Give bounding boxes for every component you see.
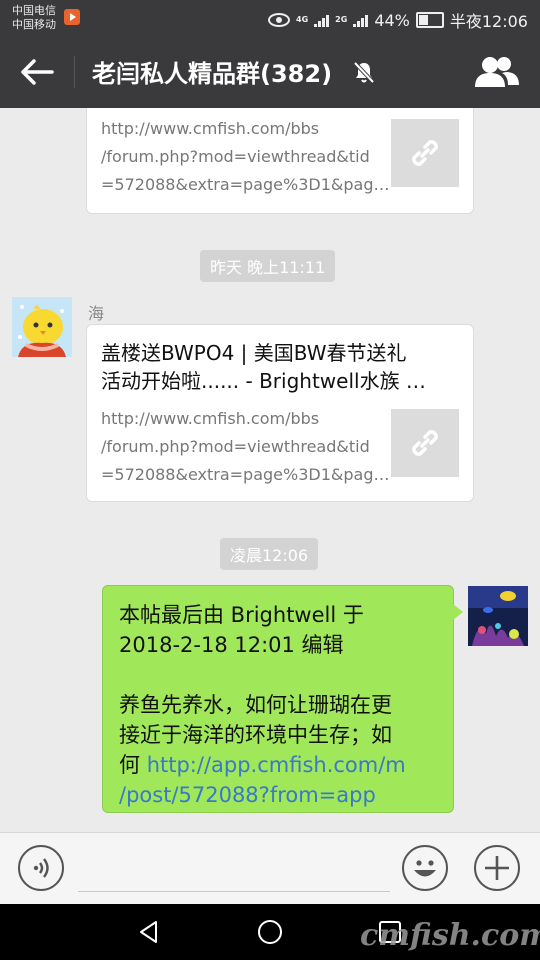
battery-percent: 44%: [374, 10, 410, 30]
system-nav-bar: cmfish.com: [0, 904, 540, 960]
reef-avatar-icon: [468, 586, 528, 646]
clock: 半夜12:06: [449, 12, 528, 31]
header-divider: [74, 56, 75, 88]
eye-comfort-icon: [268, 13, 291, 27]
status-indicators: 4G 2G 44% 半夜12:06: [268, 8, 528, 32]
home-circle-icon[interactable]: [257, 919, 283, 945]
signal-icon: [314, 13, 330, 27]
mute-bell-icon: [353, 61, 375, 84]
emoji-icon[interactable]: [402, 845, 448, 891]
link-card-title: 盖楼送BWPO4 | 美国BW春节送礼 活动开始啦...... - Bright…: [101, 341, 426, 393]
link-thumbnail: [391, 119, 459, 187]
link-card-url: http://www.cmfish.com/bbs /forum.php?mod…: [101, 409, 390, 484]
link-card[interactable]: 盖楼送BWPO4 | 美国BW春节送礼 活动开始啦...... - Bright…: [86, 324, 474, 502]
sender-name: 海: [88, 304, 105, 323]
link-card[interactable]: http://www.cmfish.com/bbs /forum.php?mod…: [86, 108, 474, 214]
message-body: 本帖最后由 Brightwell 于 2018-2-18 12:01 编辑 养鱼…: [119, 603, 392, 777]
link-icon: [412, 140, 438, 166]
chick-avatar-icon: [12, 297, 72, 357]
avatar[interactable]: [468, 586, 528, 646]
link-icon: [412, 430, 438, 456]
group-members-icon[interactable]: [474, 56, 520, 88]
chat-header: 老闫私人精品群(382): [0, 36, 540, 108]
link-thumbnail: [391, 409, 459, 477]
watermark: cmfish.com: [360, 918, 540, 953]
message-bubble[interactable]: 本帖最后由 Brightwell 于 2018-2-18 12:01 编辑 养鱼…: [102, 585, 463, 813]
timestamp: 昨天 晚上11:11: [200, 250, 336, 282]
battery-icon: [415, 12, 444, 28]
network-type-2: 2G: [335, 15, 348, 24]
voice-icon[interactable]: [18, 845, 64, 891]
message-input[interactable]: [78, 891, 390, 892]
back-triangle-icon[interactable]: [136, 919, 162, 945]
status-bar: 中国电信 中国移动 4G 2G 44% 半夜12:06: [0, 0, 540, 36]
carrier-info: 中国电信 中国移动: [12, 4, 56, 32]
plus-icon[interactable]: [474, 845, 520, 891]
input-bar: [0, 832, 540, 905]
chat-title: 老闫私人精品群(382): [92, 60, 333, 88]
timestamp: 凌晨12:06: [220, 538, 319, 570]
signal-icon: [353, 13, 369, 27]
video-app-icon: [64, 9, 80, 25]
carrier-1: 中国电信: [12, 4, 56, 17]
avatar[interactable]: [12, 297, 72, 357]
carrier-2: 中国移动: [12, 18, 56, 31]
network-type-1: 4G: [296, 15, 309, 24]
back-arrow-icon[interactable]: [20, 58, 54, 86]
message-link[interactable]: http://app.cmfish.com/m /post/572088?fro…: [119, 753, 406, 807]
message-text: 本帖最后由 Brightwell 于 2018-2-18 12:01 编辑 养鱼…: [119, 600, 439, 810]
link-card-url: http://www.cmfish.com/bbs /forum.php?mod…: [101, 119, 390, 194]
message-list[interactable]: http://www.cmfish.com/bbs /forum.php?mod…: [0, 108, 540, 832]
